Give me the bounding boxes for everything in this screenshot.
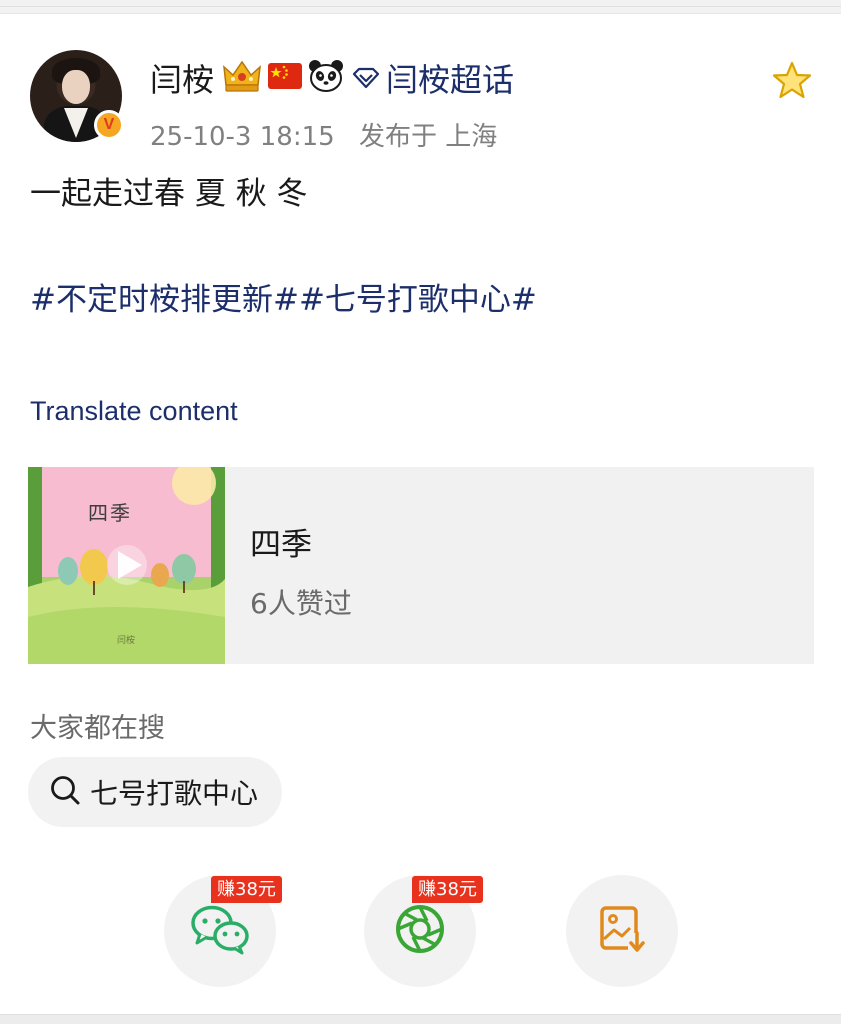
translate-link[interactable]: Translate content (30, 396, 238, 427)
album-cover[interactable]: 闫桉 四季 (28, 467, 225, 664)
location: 发布于 上海 (358, 122, 498, 152)
search-chip[interactable]: 七号打歌中心 (28, 757, 283, 827)
post-meta: 25-10-3 18:15 发布于 上海 (150, 116, 497, 153)
verified-badge: V (94, 110, 124, 140)
svg-text:闫桉: 闫桉 (117, 634, 135, 646)
hashtags[interactable]: #不定时桉排更新##七号打歌中心# (30, 274, 537, 319)
moments-icon (393, 902, 447, 960)
cover-title: 四季 (88, 501, 132, 525)
diamond-icon (352, 59, 380, 97)
bottom-edge (0, 1014, 841, 1024)
crown-icon[interactable] (222, 59, 262, 97)
search-icon (48, 773, 82, 811)
timestamp: 25-10-3 18:15 (150, 122, 335, 152)
avatar[interactable]: V (30, 50, 124, 142)
save-image-icon (596, 903, 648, 959)
wechat-earn-badge: 赚38元 (211, 876, 282, 903)
music-title: 四季 (250, 527, 312, 563)
search-chip-label: 七号打歌中心 (90, 777, 259, 810)
post-text: 一起走过春 夏 秋 冬 (30, 176, 308, 212)
moments-earn-badge: 赚38元 (412, 876, 483, 903)
username[interactable]: 闫桉 (150, 55, 214, 101)
panda-icon[interactable] (308, 59, 344, 97)
music-likes: 6人赞过 (250, 587, 352, 620)
supertopic-label: 闫桉超话 (386, 61, 515, 99)
supertopic-link[interactable]: 闫桉超话 (352, 55, 514, 101)
star-icon[interactable] (772, 60, 812, 100)
top-edge (0, 0, 841, 14)
china-flag-icon[interactable] (268, 63, 303, 93)
music-card[interactable]: 闫桉 四季 四季 6人赞过 (28, 467, 814, 664)
wechat-icon (190, 903, 250, 959)
name-row: 闫桉 闫桉超话 (150, 55, 514, 101)
search-heading: 大家都在搜 (30, 713, 165, 744)
save-image-button[interactable] (566, 875, 678, 987)
